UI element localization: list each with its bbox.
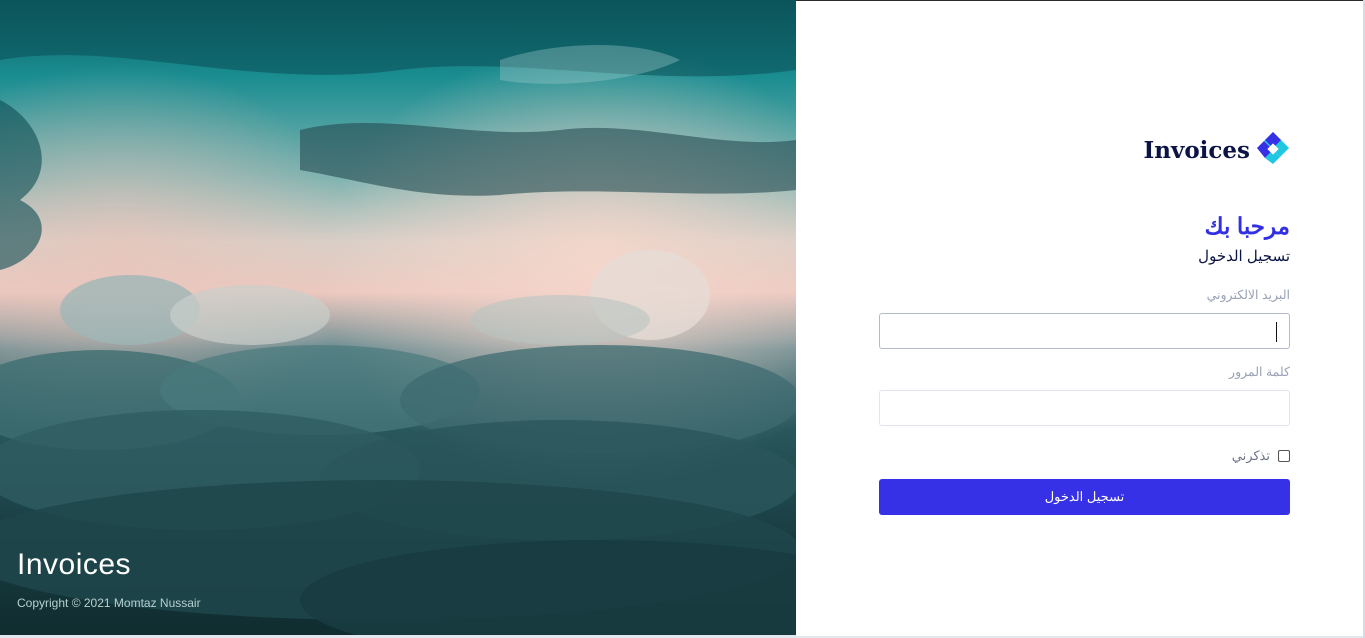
hero-panel: Invoices Copyright © 2021 Momtaz Nussair xyxy=(0,0,796,635)
brand-name: Invoices xyxy=(1143,136,1250,164)
login-page: Invoices Copyright © 2021 Momtaz Nussair… xyxy=(0,0,1365,638)
login-subtitle: تسجيل الدخول xyxy=(1198,248,1290,265)
text-caret xyxy=(1276,322,1277,342)
diamond-logo-icon xyxy=(1256,131,1290,169)
remember-label[interactable]: تذكرني xyxy=(1232,448,1270,464)
remember-me[interactable]: تذكرني xyxy=(879,448,1290,464)
login-panel: Invoices مرحبا بك تسجيل الدخول البريد ال… xyxy=(796,0,1363,636)
brand-logo[interactable]: Invoices xyxy=(1143,131,1290,169)
email-field[interactable] xyxy=(879,313,1290,349)
password-label: كلمة المرور xyxy=(1229,365,1290,379)
login-button[interactable]: تسجيل الدخول xyxy=(879,479,1290,515)
remember-checkbox[interactable] xyxy=(1278,450,1290,462)
welcome-heading: مرحبا بك xyxy=(1204,213,1290,239)
hero-title: Invoices xyxy=(17,548,132,581)
password-field[interactable] xyxy=(879,390,1290,426)
login-form: مرحبا بك تسجيل الدخول البريد الالكتروني … xyxy=(879,211,1290,515)
copyright-text: Copyright © 2021 Momtaz Nussair xyxy=(17,596,201,610)
sky-clouds-image xyxy=(0,0,796,635)
email-label: البريد الالكتروني xyxy=(1206,288,1290,302)
